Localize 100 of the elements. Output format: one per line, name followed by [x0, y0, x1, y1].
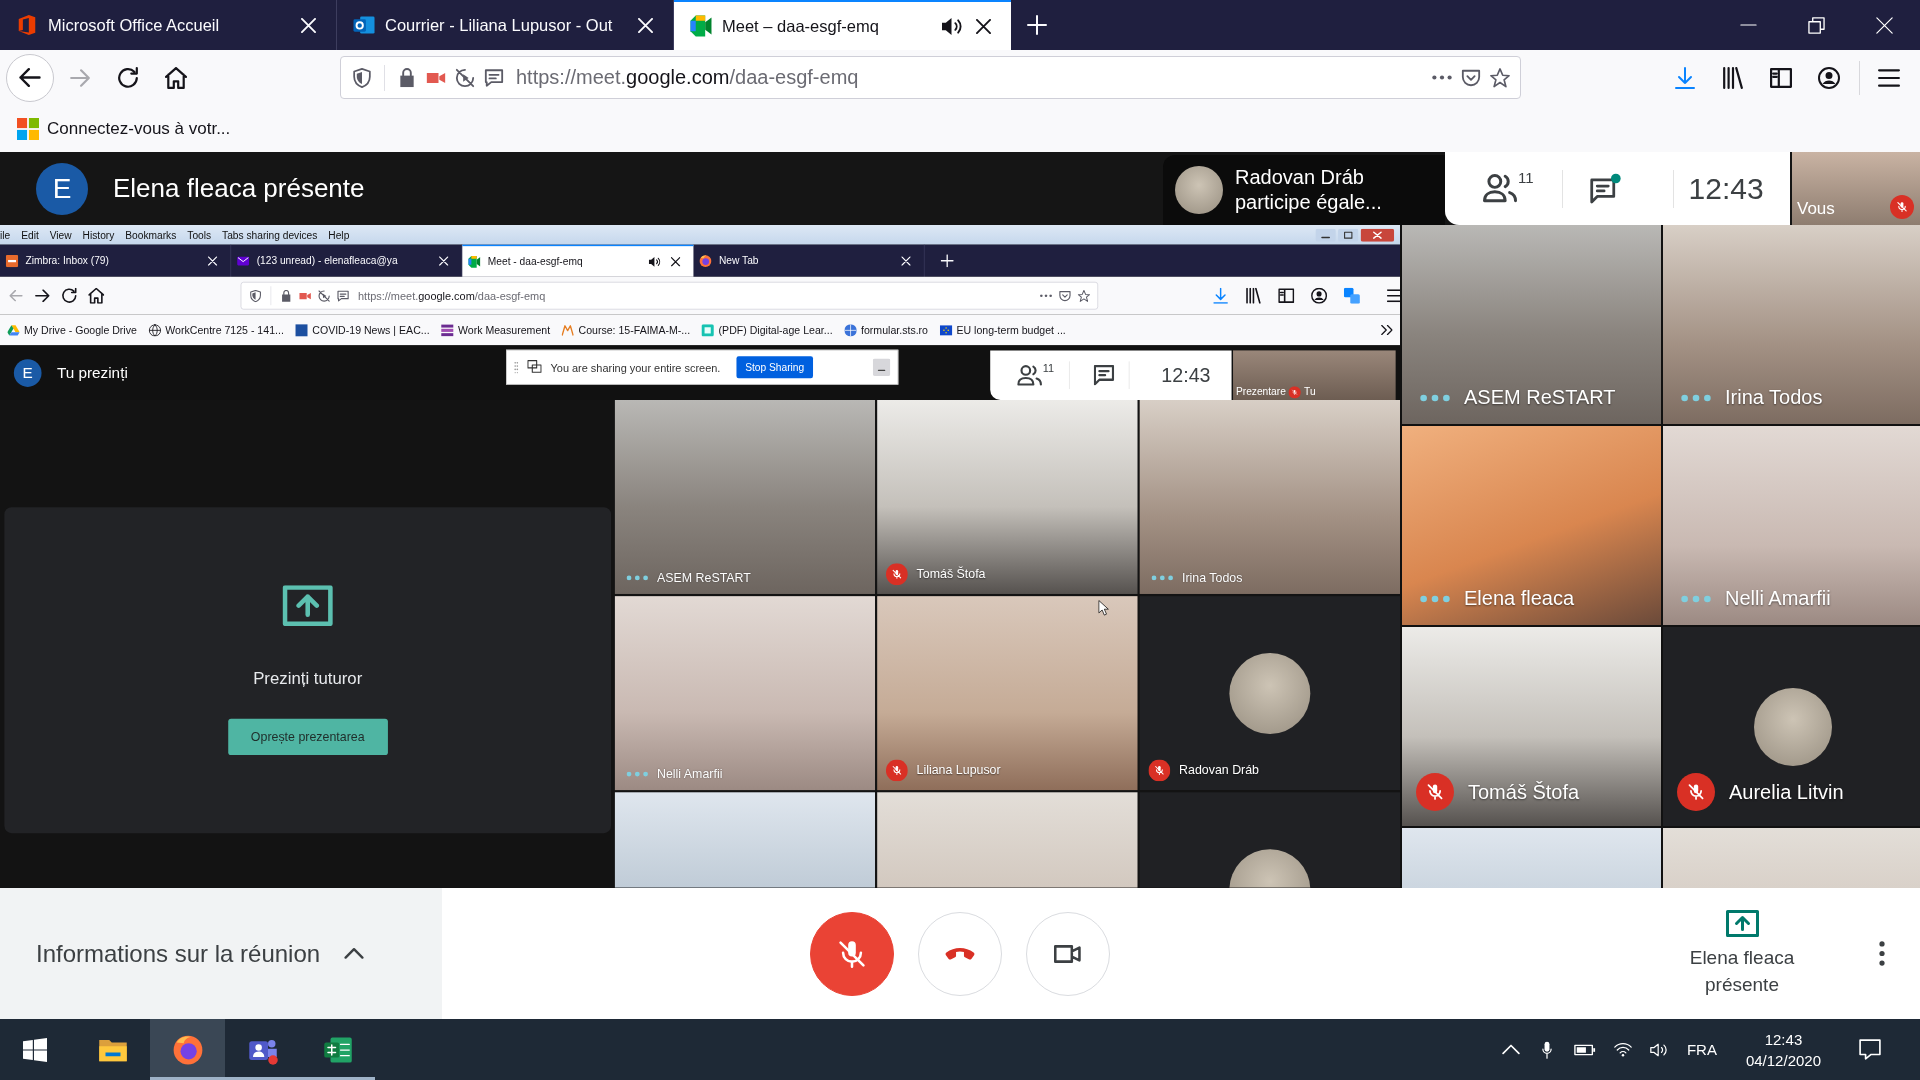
stop-presenting-button[interactable]: Oprește prezentarea [227, 718, 388, 756]
blocked-play-icon[interactable] [455, 67, 475, 88]
start-icon[interactable] [23, 1037, 47, 1062]
presenter-title: Tu prezinți [56, 363, 128, 382]
bookmark-link[interactable]: formular.sts.ro [844, 323, 928, 337]
avatar-initial: E [13, 358, 42, 387]
battery-icon[interactable] [1573, 1043, 1596, 1056]
account-icon[interactable] [1311, 287, 1328, 304]
reload-icon[interactable] [61, 287, 78, 304]
avatar-initial: E [36, 162, 88, 215]
pocket-icon[interactable] [1461, 67, 1481, 88]
address-bar[interactable]: https://meet.google.com/daa-esgf-emq [240, 281, 1099, 310]
download-icon[interactable] [1212, 287, 1229, 304]
chat-icon[interactable] [1589, 173, 1621, 204]
app-logo-icon [16, 14, 38, 36]
shield-icon[interactable] [352, 67, 372, 88]
mic-off-icon [1288, 386, 1302, 399]
plus-icon[interactable] [1027, 15, 1047, 35]
browser-logo-icon [172, 1034, 203, 1065]
presenter-title: Elena fleaca présente [113, 173, 365, 204]
camera-logo-icon [690, 15, 712, 37]
maximize-icon[interactable] [1338, 228, 1359, 242]
caret-up-icon [344, 947, 365, 960]
present-screen-icon [1725, 909, 1759, 937]
present-button[interactable]: Elena fleaca présente [1667, 909, 1817, 998]
language-indicator[interactable]: FRA [1686, 1041, 1717, 1058]
stop-sharing-button[interactable]: Stop Sharing [736, 356, 813, 379]
browser-tab[interactable]: Meet – daa-esgf-emq [674, 0, 1011, 50]
library-icon[interactable] [1722, 66, 1744, 89]
menu-icon[interactable] [1386, 289, 1400, 303]
bookmark-link[interactable]: Course: 15-FAIMA-M-... [561, 323, 691, 337]
speaker-icon[interactable] [941, 16, 962, 36]
people-button[interactable]: 11 [1017, 364, 1055, 386]
menu-item[interactable]: History [82, 229, 115, 241]
avatar-photo [1175, 166, 1223, 214]
participant-name: ASEM ReSTART [1464, 386, 1616, 409]
browser-tab[interactable]: New Tab [693, 244, 925, 277]
plus-icon[interactable] [940, 254, 954, 268]
mic-off-icon [1890, 195, 1914, 219]
menu-item[interactable]: Edit [21, 229, 39, 241]
clock-date[interactable]: 04/12/2020 [1745, 1049, 1821, 1071]
clock-time[interactable]: 12:43 [1764, 1028, 1803, 1050]
browser-tab[interactable]: Zimbra: Inbox (79) [0, 244, 232, 277]
lock-icon[interactable] [397, 67, 417, 88]
people-button[interactable]: 11 [1483, 174, 1534, 203]
menu-item[interactable]: Bookmarks [125, 229, 177, 241]
more-icon[interactable] [1432, 75, 1452, 80]
bookmark-link[interactable]: Work Measurement [441, 323, 551, 337]
menu-item[interactable]: Help [328, 229, 350, 241]
stripes-icon [441, 323, 454, 337]
participant-name: Aurelia Litvin [1729, 780, 1844, 804]
reload-icon[interactable] [117, 66, 139, 89]
bookmark-link[interactable]: COVID-19 News | EAC... [295, 323, 430, 337]
home-icon[interactable] [165, 66, 187, 89]
bookmark-link[interactable]: My Drive - Google Drive [7, 323, 137, 337]
close-icon[interactable] [976, 18, 991, 34]
minimize-icon[interactable] [1740, 23, 1757, 27]
participant-name: Nelli Amarfii [1725, 587, 1831, 610]
self-view-name: Tu [1304, 384, 1316, 399]
self-view-label: Vous [1797, 199, 1835, 219]
menu-icon[interactable] [1878, 68, 1900, 87]
presenting-message: Prezinți tuturor [253, 668, 363, 688]
bookmark-link[interactable]: (PDF) Digital-age Lear... [701, 323, 833, 337]
notification-name: Radovan Dráb [1235, 165, 1365, 190]
extension-icon[interactable] [1343, 287, 1360, 304]
library-icon[interactable] [1245, 287, 1262, 304]
minimize-icon[interactable] [1315, 228, 1336, 242]
bookmark-link[interactable]: WorkCentre 7125 - 141... [148, 323, 284, 337]
chat-icon[interactable] [1093, 365, 1114, 386]
wifi-icon[interactable] [1613, 1040, 1632, 1059]
home-icon[interactable] [88, 287, 105, 304]
sidebar-icon[interactable] [1278, 287, 1295, 304]
globe-icon [844, 323, 857, 337]
bookmark-link[interactable]: EU long-term budget ... [939, 323, 1066, 337]
address-bar[interactable]: https://meet.google.com/daa-esgf-emq [340, 56, 1521, 99]
notification-icon[interactable] [1859, 1039, 1881, 1060]
comment-icon[interactable] [484, 67, 504, 88]
taskbar-button[interactable] [150, 1019, 225, 1080]
download-icon[interactable] [1674, 66, 1696, 89]
account-icon[interactable] [1818, 66, 1840, 89]
restore-icon[interactable] [1808, 16, 1825, 34]
meeting-info-button[interactable]: Informations sur la réunion [0, 888, 442, 1019]
browser-tab[interactable]: (123 unread) - elenafleaca@ya [231, 244, 463, 277]
bookmark-link[interactable]: Connectez-vous à votr... [17, 117, 231, 140]
back-button[interactable] [6, 53, 54, 102]
browser-logo-icon [699, 254, 712, 267]
menu-item[interactable]: Tabs sharing devices [222, 229, 318, 241]
menu-item[interactable]: View [49, 229, 72, 241]
participant-name: Irina Todos [1182, 570, 1243, 586]
sidebar-icon[interactable] [1770, 66, 1792, 89]
more-options-icon[interactable] [1879, 941, 1885, 966]
participant-name: Radovan Dráb [1179, 763, 1259, 778]
participant-name: Nelli Amarfii [657, 766, 723, 782]
browser-tab[interactable]: Meet - daa-esgf-emq [462, 244, 694, 277]
star-icon[interactable] [1490, 67, 1510, 88]
arrow-right-icon[interactable] [34, 289, 51, 303]
menu-item[interactable]: ile [0, 229, 11, 241]
meeting-time: 12:43 [1688, 171, 1764, 206]
menu-item[interactable]: Tools [187, 229, 212, 241]
more-icon[interactable] [1039, 294, 1053, 298]
